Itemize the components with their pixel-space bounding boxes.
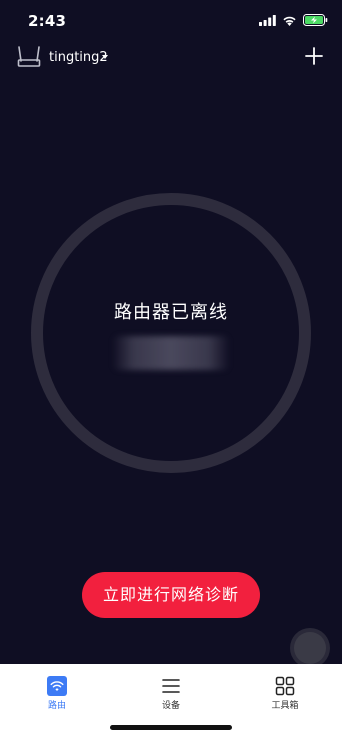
- status-bar: 2:43: [0, 0, 342, 38]
- chevron-down-icon[interactable]: [102, 55, 108, 59]
- router-app-screen: 2:43 tingting2 路由器已离线 立即进行网络诊断 路由 设备 工具箱: [0, 0, 342, 738]
- wifi-tab-icon: [47, 676, 67, 696]
- header: tingting2: [0, 38, 342, 78]
- router-name-dropdown[interactable]: tingting2: [49, 50, 108, 65]
- tab-toolbox[interactable]: 工具箱: [228, 664, 342, 714]
- network-diagnose-button[interactable]: 立即进行网络诊断: [82, 572, 260, 618]
- status-time: 2:43: [28, 12, 67, 30]
- plus-icon[interactable]: [305, 47, 323, 65]
- router-offline-title: 路由器已离线: [114, 302, 228, 323]
- tab-devices[interactable]: 设备: [114, 664, 228, 714]
- blurred-subtitle: [112, 336, 230, 370]
- status-ring: [31, 193, 311, 473]
- status-icons: [259, 13, 328, 27]
- tab-router[interactable]: 路由: [0, 664, 114, 714]
- battery-charging-icon: [303, 14, 328, 26]
- signal-icon: [259, 14, 276, 26]
- tab-router-label: 路由: [47, 701, 66, 711]
- floating-assist-button[interactable]: [294, 632, 326, 664]
- menu-lines-icon: [162, 679, 180, 693]
- tab-devices-label: 设备: [161, 701, 180, 711]
- grid-icon: [275, 676, 295, 696]
- router-icon[interactable]: [17, 46, 41, 68]
- home-indicator: [110, 725, 232, 730]
- wifi-icon: [283, 16, 296, 26]
- tab-toolbox-label: 工具箱: [271, 701, 299, 711]
